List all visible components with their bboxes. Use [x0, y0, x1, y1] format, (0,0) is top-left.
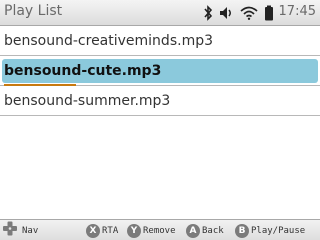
- title-bar: Play List 17:45: [0, 0, 320, 26]
- hint-a: A Back: [186, 223, 224, 238]
- status-clock: 17:45: [278, 4, 316, 19]
- playlist-item-label: bensound-creativeminds.mp3: [4, 32, 213, 49]
- playlist-item-selected[interactable]: bensound-cute.mp3: [0, 56, 320, 86]
- playlist-item[interactable]: bensound-creativeminds.mp3: [0, 26, 320, 56]
- b-button-icon: B: [235, 223, 249, 238]
- page-title: Play List: [4, 3, 63, 19]
- hint-x: X RTA: [86, 223, 118, 238]
- battery-icon: [264, 4, 274, 22]
- button-hints-bar: Nav X RTA Y Remove A Back B Play/Pause: [0, 219, 320, 240]
- hint-b-label: Play/Pause: [251, 225, 306, 236]
- hint-y-label: Remove: [143, 225, 176, 236]
- hint-x-label: RTA: [102, 225, 119, 236]
- dpad-icon: [2, 221, 18, 240]
- hint-nav: Nav: [2, 221, 39, 240]
- y-button-icon: Y: [127, 223, 141, 238]
- wifi-icon: [240, 4, 258, 22]
- playlist: bensound-creativeminds.mp3 bensound-cute…: [0, 26, 320, 116]
- hint-a-label: Back: [202, 225, 224, 236]
- x-button-icon: X: [86, 223, 100, 238]
- playlist-item-label: bensound-cute.mp3: [4, 62, 162, 79]
- bluetooth-icon: [203, 4, 213, 22]
- hint-y: Y Remove: [127, 223, 176, 238]
- volume-icon: [219, 4, 235, 22]
- playlist-item-label: bensound-summer.mp3: [4, 92, 171, 109]
- playlist-item[interactable]: bensound-summer.mp3: [0, 86, 320, 116]
- a-button-icon: A: [186, 223, 200, 238]
- hint-b: B Play/Pause: [235, 223, 305, 238]
- hint-nav-label: Nav: [22, 225, 39, 236]
